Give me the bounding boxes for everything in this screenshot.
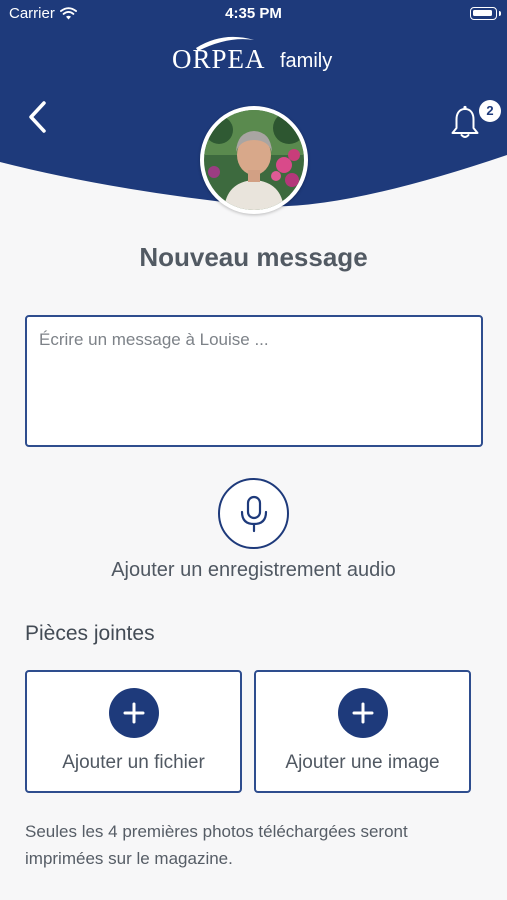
- upload-note: Seules les 4 premières photos téléchargé…: [25, 822, 408, 868]
- message-field[interactable]: [25, 315, 483, 447]
- add-image-label: Ajouter une image: [285, 752, 440, 773]
- status-time: 4:35 PM: [225, 5, 282, 22]
- logo-subtext: family: [280, 50, 333, 72]
- record-audio-button[interactable]: [218, 478, 289, 549]
- attachments-title: Pièces jointes: [25, 622, 155, 645]
- add-image-circle: [337, 688, 388, 738]
- microphone-icon: [240, 495, 267, 532]
- bell-icon: [451, 105, 479, 138]
- plus-icon: [123, 702, 144, 724]
- message-input[interactable]: [27, 317, 481, 445]
- notification-badge: 2: [479, 100, 501, 122]
- add-file-circle: [108, 688, 159, 738]
- add-file-button[interactable]: Ajouter un fichier: [25, 670, 242, 793]
- add-file-label: Ajouter un fichier: [62, 752, 205, 773]
- add-image-button[interactable]: Ajouter une image: [254, 670, 471, 793]
- audio-label: Ajouter un enregistrement audio: [111, 559, 396, 581]
- plus-icon: [352, 702, 373, 724]
- avatar: [200, 106, 308, 214]
- header: Carrier 4:35 PM ORPEA family 2: [0, 0, 507, 215]
- app-logo: ORPEA family: [168, 34, 348, 76]
- notifications-button[interactable]: [448, 104, 482, 140]
- page-title: Nouveau message: [139, 242, 368, 272]
- logo-text: ORPEA: [172, 44, 266, 74]
- battery-icon: [470, 7, 501, 20]
- back-button[interactable]: [24, 99, 54, 135]
- status-bar: Carrier 4:35 PM: [0, 0, 507, 28]
- resident-photo: [204, 110, 304, 210]
- chevron-left-icon: [29, 101, 46, 133]
